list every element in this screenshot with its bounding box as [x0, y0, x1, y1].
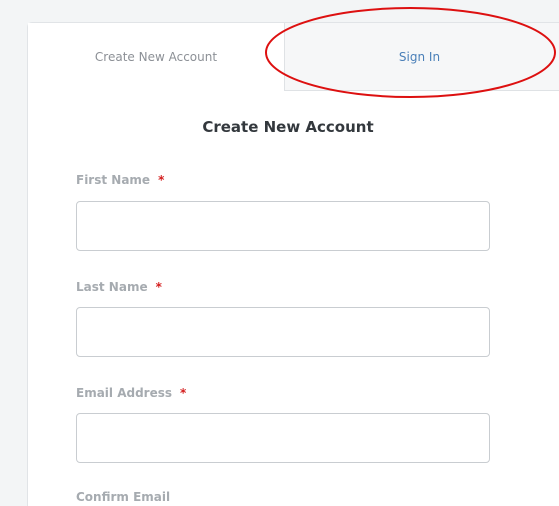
email-address-input[interactable]: [76, 413, 490, 463]
email-address-label-text: Email Address: [76, 386, 173, 400]
required-asterisk: *: [180, 386, 187, 400]
tab-sign-in[interactable]: Sign In: [284, 23, 559, 91]
last-name-label: Last Name *: [76, 280, 162, 294]
first-name-label-text: First Name: [76, 173, 151, 187]
last-name-input[interactable]: [76, 307, 490, 357]
form-title: Create New Account: [202, 118, 374, 136]
account-card: Create New Account Sign In Create New Ac…: [27, 22, 559, 506]
page: Create New Account Sign In Create New Ac…: [0, 0, 559, 506]
first-name-input[interactable]: [76, 201, 490, 251]
required-asterisk: *: [155, 280, 162, 294]
confirm-email-label: Confirm Email: [76, 490, 170, 504]
email-address-label: Email Address *: [76, 386, 186, 400]
required-asterisk: *: [158, 173, 165, 187]
first-name-label: First Name *: [76, 173, 164, 187]
tab-create-label: Create New Account: [94, 50, 218, 64]
tab-sign-in-label: Sign In: [398, 49, 441, 64]
auth-tabs: Create New Account Sign In: [28, 23, 559, 91]
last-name-label-text: Last Name: [76, 280, 148, 294]
tab-create-new-account[interactable]: Create New Account: [28, 23, 284, 91]
confirm-email-label-text: Confirm Email: [76, 490, 171, 504]
